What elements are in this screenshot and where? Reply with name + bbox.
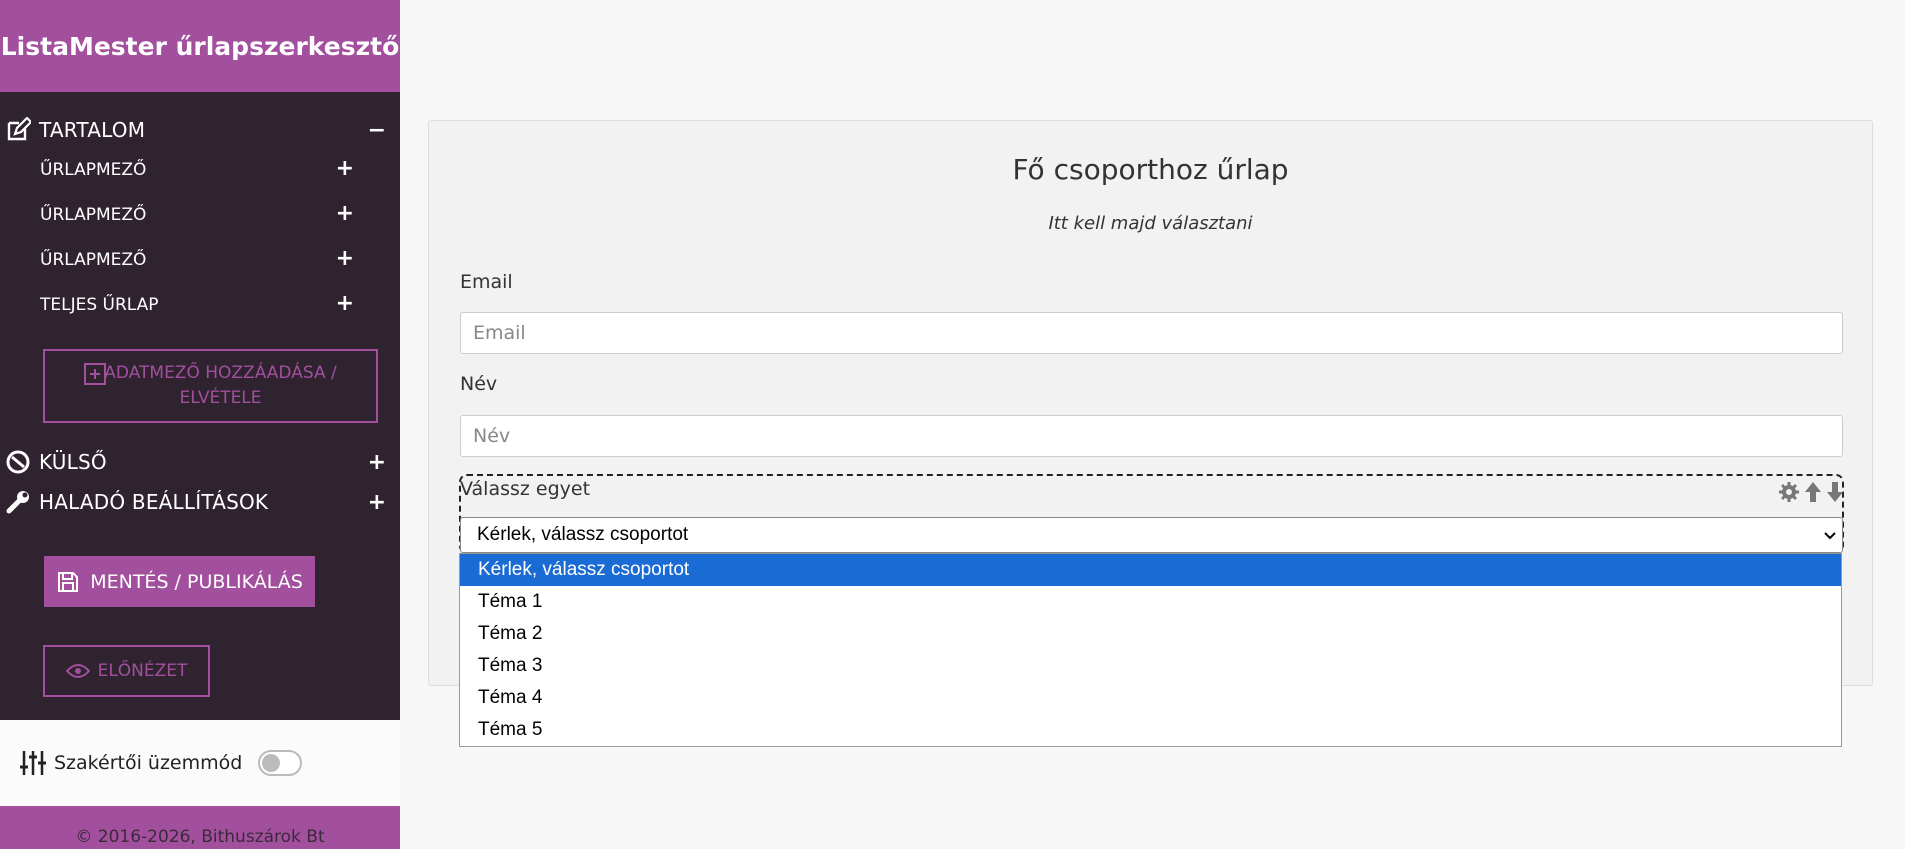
section-external-label: KÜLSŐ — [39, 450, 107, 474]
collapse-icon[interactable]: − — [368, 118, 386, 143]
preview-button[interactable]: ELŐNÉZET — [43, 645, 210, 697]
name-field[interactable] — [460, 415, 1843, 457]
toggle-knob — [262, 754, 281, 772]
expert-mode-label: Szakértői üzemmód — [54, 752, 243, 774]
save-icon — [56, 570, 80, 594]
dropdown-option[interactable]: Téma 2 — [460, 618, 1841, 650]
section-advanced[interactable]: HALADÓ BEÁLLÍTÁSOK + — [0, 484, 400, 520]
add-field-button[interactable]: ADATMEZŐ HOZZÁADÁSA / ELVÉTELE — [43, 349, 378, 423]
add-field-label: ADATMEZŐ HOZZÁADÁSA / ELVÉTELE — [104, 363, 337, 408]
sidebar-item-formfield-3[interactable]: ŰRLAPMEZŐ + — [0, 242, 370, 278]
group-select[interactable]: Kérlek, válassz csoportot — [460, 517, 1843, 553]
arrow-down-icon[interactable] — [1826, 481, 1844, 503]
expand-icon[interactable]: + — [336, 291, 354, 316]
dropdown-option[interactable]: Téma 1 — [460, 586, 1841, 618]
eye-icon — [65, 663, 90, 679]
section-content[interactable]: TARTALOM − — [0, 112, 400, 148]
dropdown-option[interactable]: Téma 4 — [460, 682, 1841, 714]
group-select-value: Kérlek, válassz csoportot — [477, 524, 689, 545]
wrench-icon — [4, 488, 32, 516]
expert-mode-toggle[interactable] — [258, 750, 303, 776]
edit-icon — [4, 116, 32, 144]
sidebar-item-label: ŰRLAPMEZŐ — [40, 160, 147, 180]
field-tools — [1778, 481, 1844, 503]
save-publish-label: MENTÉS / PUBLIKÁLÁS — [90, 570, 303, 593]
expand-icon[interactable]: + — [336, 156, 354, 181]
name-label: Név — [460, 373, 498, 395]
preview-label: ELŐNÉZET — [97, 660, 188, 681]
sidebar-item-label: ŰRLAPMEZŐ — [40, 250, 147, 270]
dropdown-option[interactable]: Kérlek, válassz csoportot — [460, 554, 1841, 586]
dropdown-option[interactable]: Téma 3 — [460, 650, 1841, 682]
save-publish-button[interactable]: MENTÉS / PUBLIKÁLÁS — [44, 556, 315, 607]
sidebar: ListaMester űrlapszerkesztő TARTALOM − Ű… — [0, 0, 400, 849]
plus-square-icon — [83, 362, 107, 394]
section-content-label: TARTALOM — [39, 118, 146, 142]
dropdown-option[interactable]: Téma 5 — [460, 714, 1841, 746]
email-field[interactable] — [460, 312, 1843, 354]
sidebar-item-label: TELJES ŰRLAP — [40, 295, 159, 315]
expand-icon[interactable]: + — [368, 450, 386, 475]
section-external[interactable]: KÜLSŐ + — [0, 444, 400, 480]
section-advanced-label: HALADÓ BEÁLLÍTÁSOK — [39, 490, 269, 514]
expand-icon[interactable]: + — [336, 201, 354, 226]
expand-icon[interactable]: + — [336, 246, 354, 271]
footer-copyright: © 2016-2026, Bithuszárok Bt — [0, 806, 400, 849]
arrow-up-icon[interactable] — [1804, 481, 1822, 503]
sidebar-item-formfield-2[interactable]: ŰRLAPMEZŐ + — [0, 197, 370, 233]
form-title: Fő csoporthoz űrlap — [1012, 153, 1289, 186]
chevron-down-icon — [1822, 527, 1838, 549]
gear-icon[interactable] — [1778, 481, 1800, 503]
expand-icon[interactable]: + — [368, 490, 386, 515]
app-brand: ListaMester űrlapszerkesztő — [0, 0, 400, 92]
sidebar-item-label: ŰRLAPMEZŐ — [40, 205, 147, 225]
palette-icon — [4, 448, 32, 476]
expert-mode-row: Szakértői üzemmód — [0, 720, 400, 806]
email-label: Email — [460, 271, 513, 293]
sidebar-item-full-form[interactable]: TELJES ŰRLAP + — [0, 287, 370, 323]
group-select-label: Válassz egyet — [460, 478, 591, 500]
group-select-dropdown: Kérlek, válassz csoportot Téma 1 Téma 2 … — [459, 553, 1842, 747]
sliders-icon — [20, 749, 46, 777]
sidebar-item-formfield-1[interactable]: ŰRLAPMEZŐ + — [0, 152, 370, 188]
form-subtitle: Itt kell majd választani — [1048, 213, 1253, 234]
